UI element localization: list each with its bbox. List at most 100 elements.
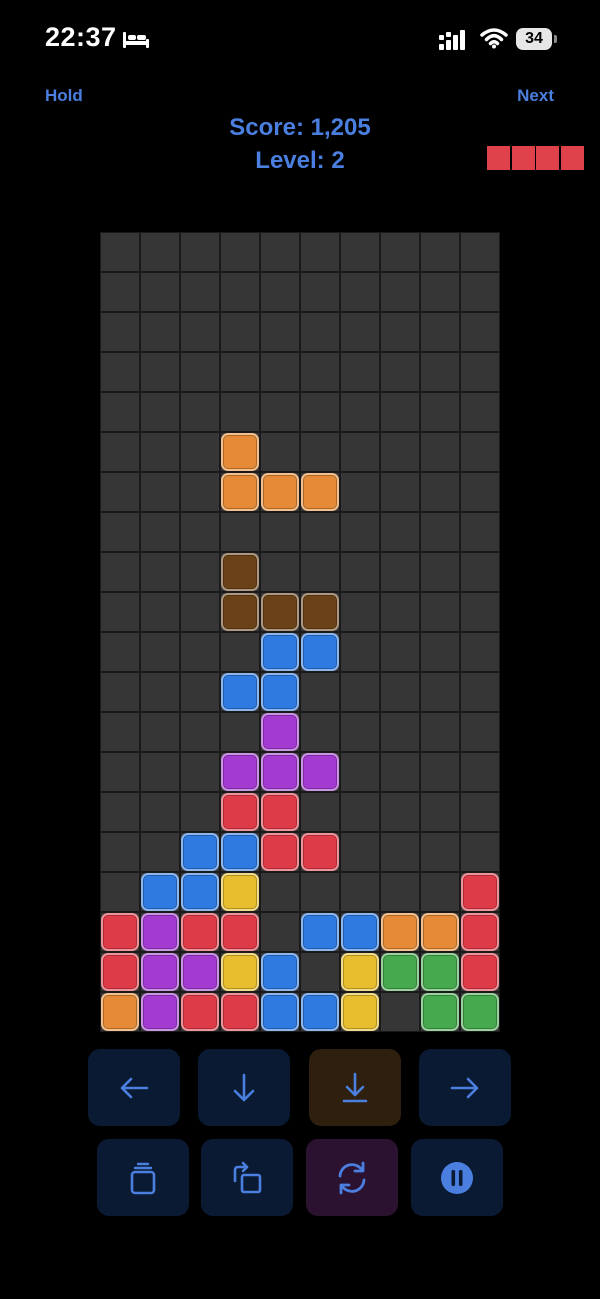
hard-drop-icon [342,1072,368,1102]
move-right-button[interactable] [419,1049,511,1126]
tetromino-block [260,672,300,712]
grid-cell [420,672,460,712]
tetromino-block [260,992,300,1032]
tetromino-block [220,872,260,912]
tetromino-block [220,472,260,512]
grid-cell [300,792,340,832]
block-face [181,953,219,991]
block-face [461,873,499,911]
grid-cell [420,432,460,472]
grid-cell [300,352,340,392]
grid-cell [300,672,340,712]
block-face [221,793,259,831]
grid-cell [260,272,300,312]
grid-cell [340,632,380,672]
grid-cell [140,792,180,832]
grid-cell [260,912,300,952]
soft-drop-button[interactable] [198,1049,290,1126]
next-piece-cell [560,146,584,170]
grid-cell [380,472,420,512]
tetromino-block [220,952,260,992]
move-left-button[interactable] [88,1049,180,1126]
grid-cell [340,672,380,712]
block-face [181,873,219,911]
grid-cell [340,832,380,872]
grid-cell [460,632,500,672]
block-face [341,993,379,1031]
next-piece-preview [487,146,584,170]
grid-cell [260,392,300,432]
grid-cell [460,592,500,632]
bed-icon [123,32,149,48]
block-face [221,593,259,631]
grid-cell [380,512,420,552]
grid-cell [100,432,140,472]
block-face [261,793,299,831]
battery-cap [554,35,557,43]
tetromino-block [220,912,260,952]
grid-cell [460,552,500,592]
status-time: 22:37 [45,22,117,52]
swap-button[interactable] [306,1139,398,1216]
game-board[interactable] [100,232,500,1032]
block-face [301,633,339,671]
tetromino-block [260,792,300,832]
tetromino-block [260,952,300,992]
grid-cell [380,752,420,792]
block-face [261,673,299,711]
hard-drop-button[interactable] [309,1049,401,1126]
grid-cell [340,472,380,512]
tetromino-block [220,592,260,632]
hold-button[interactable] [97,1139,189,1216]
tetromino-block [260,752,300,792]
grid-cell [460,512,500,552]
grid-cell [180,552,220,592]
grid-cell [380,272,420,312]
grid-cell [180,512,220,552]
rotate-button[interactable] [201,1139,293,1216]
grid-cell [340,712,380,752]
tetromino-block [180,912,220,952]
grid-cell [300,392,340,432]
grid-cell [180,312,220,352]
grid-cell [260,232,300,272]
grid-cell [460,752,500,792]
grid-cell [140,592,180,632]
battery-level: 34 [516,28,552,50]
grid-cell [420,472,460,512]
grid-cell [100,872,140,912]
grid-cell [220,352,260,392]
grid-cell [180,712,220,752]
block-face [141,913,179,951]
wifi-icon [480,28,508,49]
status-bar: 22:37 34 [0,0,600,80]
tetromino-block [100,992,140,1032]
tetromino-block [260,472,300,512]
block-face [221,993,259,1031]
tetromino-block [260,712,300,752]
grid-cell [460,832,500,872]
grid-cell [460,472,500,512]
grid-cell [140,672,180,712]
grid-cell [220,712,260,752]
block-face [181,913,219,951]
grid-cell [380,872,420,912]
grid-cell [460,432,500,472]
grid-cell [260,552,300,592]
grid-cell [180,392,220,432]
grid-cell [180,672,220,712]
tetromino-block [420,952,460,992]
grid-cell [300,232,340,272]
grid-cell [260,432,300,472]
grid-cell [220,392,260,432]
grid-cell [300,712,340,752]
grid-cell [340,392,380,432]
pause-button[interactable] [411,1139,503,1216]
block-face [301,753,339,791]
grid-cell [380,312,420,352]
tetromino-block [420,912,460,952]
grid-cell [380,232,420,272]
grid-cell [220,272,260,312]
grid-cell [420,552,460,592]
tetromino-block [300,832,340,872]
